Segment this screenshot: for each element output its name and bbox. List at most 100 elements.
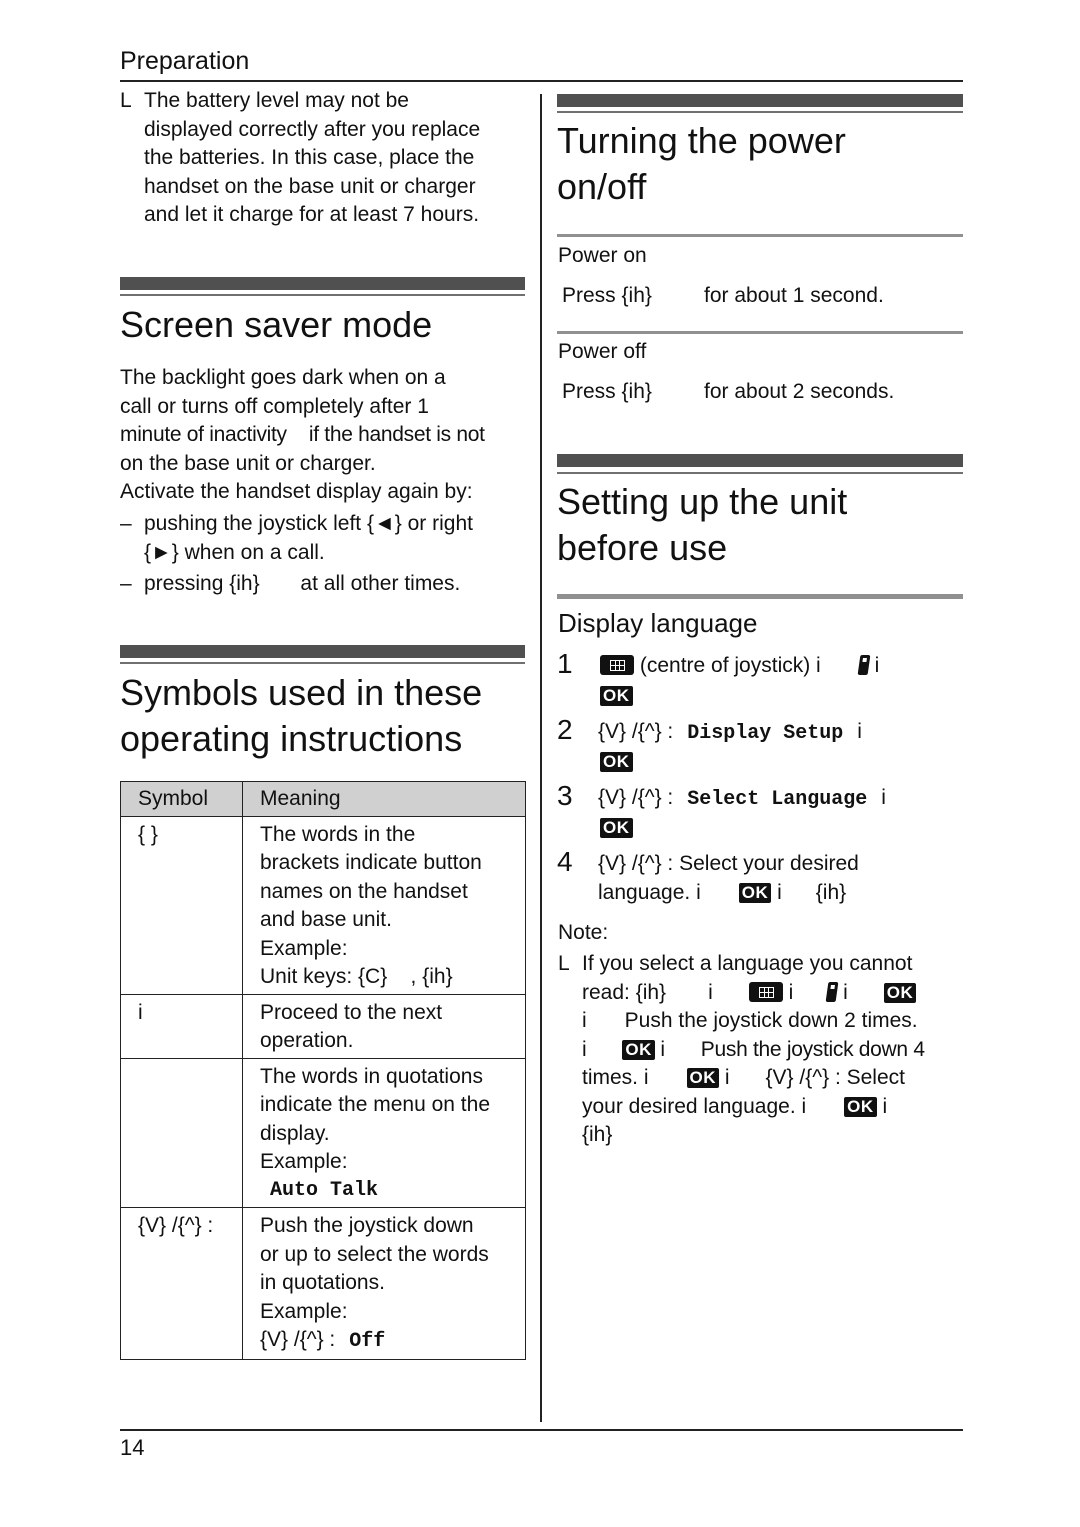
note-body: If you select a language you cannot read… (582, 950, 967, 1150)
arrow-i: i (708, 980, 713, 1004)
body-line: call or turns off completely after 1 (120, 394, 429, 418)
table-row: The words in quotations indicate the men… (120, 1057, 526, 1208)
step-number: 3 (557, 780, 573, 811)
meaning-line: Proceed to the next (260, 1000, 443, 1024)
meaning-line: brackets indicate button (260, 851, 482, 874)
list-item-line: {►} when on a call. (144, 540, 325, 564)
setup-title: Setting up the unit before use (557, 479, 847, 571)
step-number: 2 (557, 714, 573, 745)
power-on-duration: for about 1 second. (704, 284, 884, 307)
ok-key-icon: OK (600, 686, 633, 706)
meaning-cell: Push the joystick down or up to select t… (242, 1207, 526, 1360)
arrow-i: i (857, 720, 862, 743)
step-number: 1 (557, 648, 573, 679)
ok-key-icon: OK (844, 1096, 877, 1117)
note-text: read: {ih} (582, 980, 667, 1004)
column-header-meaning: Meaning (242, 781, 526, 817)
power-off-label: Power off (558, 340, 647, 363)
meaning-line: Example: (260, 1150, 348, 1173)
body-line: on the base unit or charger. (120, 451, 376, 475)
note-text: {V} /{^} : Select (765, 1066, 905, 1089)
title-line: Turning the power (557, 120, 846, 161)
arrow-i: i (843, 980, 848, 1004)
subsection-bar (557, 331, 963, 334)
battery-note-line: the batteries. In this case, place the (144, 146, 475, 169)
meaning-cell: The words in quotations indicate the men… (242, 1057, 526, 1208)
section-header: Preparation (120, 47, 250, 75)
arrow-i: i (660, 1037, 665, 1061)
step-3-ok: OK (600, 818, 633, 839)
meaning-line: operation. (260, 1029, 354, 1052)
table-row: i Proceed to the next operation. (120, 993, 526, 1059)
title-line: operating instructions (120, 718, 463, 759)
header-rule (120, 80, 963, 82)
power-off-duration: for about 2 seconds. (704, 380, 895, 403)
list-dash: – (120, 572, 132, 595)
step-1: (centre of joystick) i i (600, 652, 879, 681)
note-text: times. i (582, 1066, 649, 1089)
arrow-i: i (788, 980, 794, 1004)
arrow-i: i (874, 654, 880, 677)
ok-key-icon: OK (686, 1068, 720, 1088)
menu-example: Auto Talk (270, 1178, 379, 1202)
table-row: {V} /{^} : Push the joystick down or up … (120, 1207, 526, 1360)
menu-item-select-language: Select Language (687, 788, 868, 811)
note-text: Push the joystick down 2 times. (624, 1009, 918, 1032)
menu-key-icon (748, 981, 783, 1002)
battery-note-bullet: L (120, 89, 132, 112)
section-bar-thin (120, 294, 525, 296)
joystick-keys: {V} /{^} : (598, 786, 674, 809)
title-line: Setting up the unit (557, 481, 848, 522)
meaning-cell: Proceed to the next operation. (242, 993, 526, 1059)
symbol-cell: i (120, 993, 243, 1059)
arrow-i: i (724, 1066, 730, 1089)
ok-key-icon: OK (600, 818, 633, 838)
joystick-keys: {V} /{^} : (260, 1328, 336, 1351)
subsection-bar (557, 594, 963, 599)
arrow-i: i (582, 1037, 587, 1061)
note-text: Push the joystick down 4 (700, 1037, 925, 1061)
display-language-subtitle: Display language (558, 608, 758, 638)
body-line: The backlight goes dark when on a (120, 366, 446, 389)
screen-saver-title: Screen saver mode (120, 304, 433, 345)
footer-rule (120, 1429, 963, 1431)
menu-item-display-setup: Display Setup (687, 722, 844, 745)
joystick-keys: {V} /{^} : (598, 720, 674, 743)
note-label: Note: (558, 921, 609, 944)
power-on-label: Power on (558, 244, 647, 267)
meaning-line: {V} /{^} : Off (260, 1326, 517, 1357)
meaning-line: in quotations. (260, 1271, 385, 1294)
meaning-line: indicate the menu on the (260, 1093, 490, 1116)
section-bar (557, 94, 963, 107)
title-line: Symbols used in these (120, 672, 483, 713)
ok-key-icon: OK (622, 1039, 655, 1060)
step-text: language. i (598, 880, 701, 904)
meaning-line: and base unit. (260, 908, 392, 931)
subsection-bar (557, 234, 963, 237)
meaning-cell: The words in the brackets indicate butto… (242, 815, 526, 995)
section-bar (120, 645, 525, 658)
ok-key-icon: OK (738, 882, 772, 903)
step-text: (centre of joystick) i (639, 654, 821, 677)
step-number: 4 (557, 846, 573, 877)
battery-note-line: The battery level may not be (144, 89, 409, 112)
step-2-ok: OK (600, 752, 633, 773)
list-dash: – (120, 512, 132, 535)
battery-note-line: and let it charge for at least 7 hours. (144, 203, 480, 226)
list-item-line: pushing the joystick left {◄} or right (144, 512, 473, 535)
column-divider (540, 94, 542, 1422)
note-text: your desired language. i (582, 1094, 807, 1118)
ok-key-icon: OK (883, 982, 917, 1003)
battery-note: The battery level may not be displayed c… (144, 87, 534, 230)
section-bar (557, 454, 963, 467)
menu-example: Off (349, 1330, 386, 1353)
body-line: Activate the handset display again by: (120, 480, 473, 503)
arrow-i: i (777, 880, 782, 904)
power-on-press: Press {ih} (562, 284, 652, 307)
meaning-line: names on the handset (260, 879, 468, 903)
title-line: on/off (557, 166, 647, 207)
step-2: {V} /{^} : Display Setup i (598, 718, 862, 749)
section-bar-thin (557, 111, 963, 113)
meaning-line: Example: (260, 936, 348, 960)
battery-note-line: displayed correctly after you replace (144, 117, 481, 141)
